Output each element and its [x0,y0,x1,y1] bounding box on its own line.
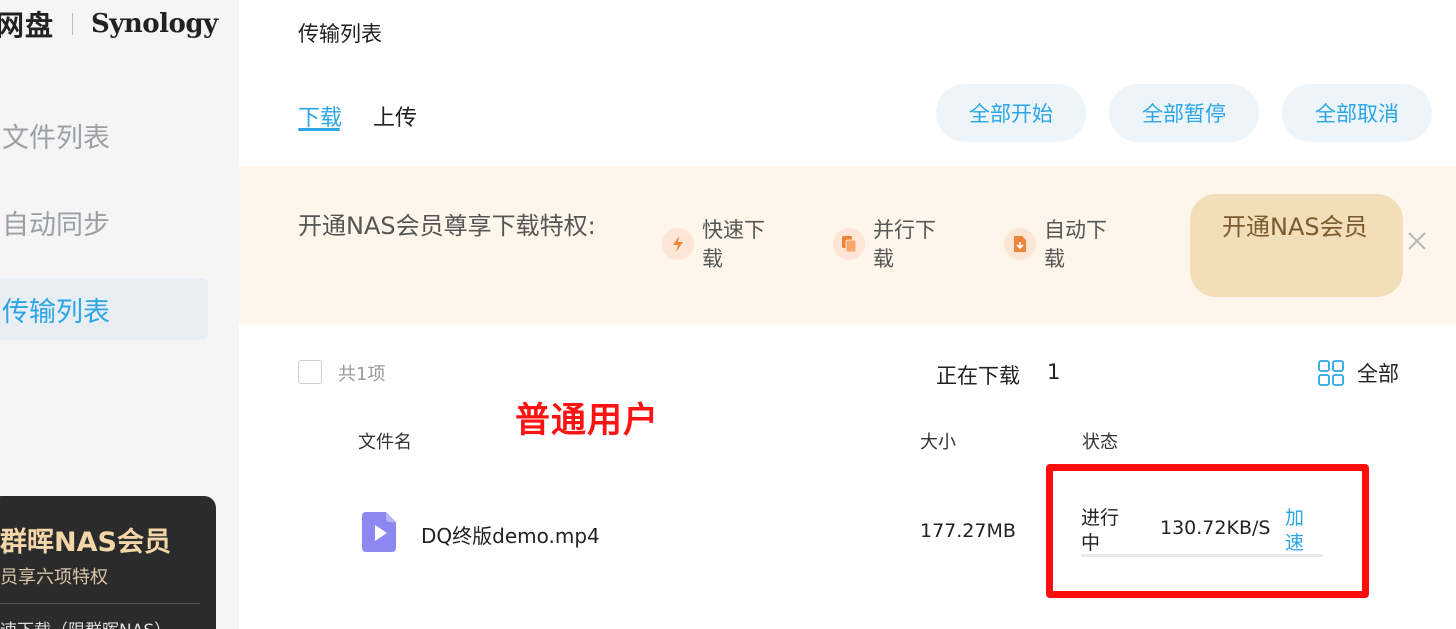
sidebar-item-label: 传输列表 [2,296,110,328]
feature-auto-download: 自动下载 [1004,216,1114,274]
page-title: 传输列表 [298,22,382,46]
feature-fast-download: 快速下载 [662,216,772,274]
select-all-checkbox[interactable] [298,360,322,384]
close-icon[interactable] [1404,228,1430,254]
tab-upload[interactable]: 上传 [373,100,417,132]
lightning-icon [662,228,694,260]
brand-name: 网盘 [0,9,55,42]
downloading-label: 正在下载 [936,364,1020,388]
sidebar: 网盘 Synology 文件列表 自动同步 传输列表 群晖NAS会员 员享六项特… [0,0,239,629]
pause-all-button[interactable]: 全部暂停 [1109,84,1259,142]
transfer-window: 网盘 Synology 文件列表 自动同步 传输列表 群晖NAS会员 员享六项特… [0,0,1456,629]
sidebar-item-label: 自动同步 [2,209,110,241]
membership-banner: 开通NAS会员尊享下载特权: 快速下载 并行下载 自动下载 开通NAS会员 [239,166,1456,324]
video-file-icon [362,512,396,552]
brand: 网盘 Synology [0,6,218,42]
progress-bar [1081,554,1323,557]
active-tab-indicator [298,128,340,131]
download-speed: 130.72KB/S [1160,517,1271,539]
parallel-icon [833,228,865,260]
feature-parallel-download: 并行下载 [833,216,943,274]
filter-all[interactable]: 全部 [1317,358,1399,388]
grid-icon [1318,360,1344,386]
sidebar-item-file-list[interactable]: 文件列表 [0,104,208,166]
promo-title: 群晖NAS会员 [0,527,171,558]
sidebar-item-auto-sync[interactable]: 自动同步 [0,191,208,253]
annotation-label: 普通用户 [515,401,660,441]
status-text: 进行中 [1081,507,1120,554]
column-header-size: 大小 [920,432,956,453]
open-membership-button[interactable]: 开通NAS会员 [1190,194,1403,297]
sidebar-item-transfer-list[interactable]: 传输列表 [0,278,208,340]
nas-membership-promo[interactable]: 群晖NAS会员 员享六项特权 速下载（限群晖NAS） [0,496,216,629]
brand-divider [72,13,74,35]
downloading-count: 1 [1047,360,1061,384]
promo-feature: 速下载（限群晖NAS） [0,616,216,629]
file-name: DQ终版demo.mp4 [421,524,600,548]
synology-logo: Synology [91,9,218,39]
column-header-status: 状态 [1082,432,1118,453]
item-count: 共1项 [338,364,386,385]
feature-label: 快速下载 [702,218,765,271]
feature-label: 并行下载 [873,218,936,271]
file-size: 177.27MB [920,520,1016,542]
filter-label: 全部 [1357,362,1399,386]
start-all-button[interactable]: 全部开始 [936,84,1086,142]
feature-label: 自动下载 [1044,218,1107,271]
column-header-name: 文件名 [358,432,412,453]
promo-divider [0,603,200,604]
auto-download-icon [1004,228,1036,260]
banner-text: 开通NAS会员尊享下载特权: [298,212,596,240]
promo-subtitle: 员享六项特权 [0,567,108,588]
accelerate-button[interactable]: 加速 [1285,506,1309,556]
sidebar-item-label: 文件列表 [2,122,110,154]
cancel-all-button[interactable]: 全部取消 [1282,84,1432,142]
